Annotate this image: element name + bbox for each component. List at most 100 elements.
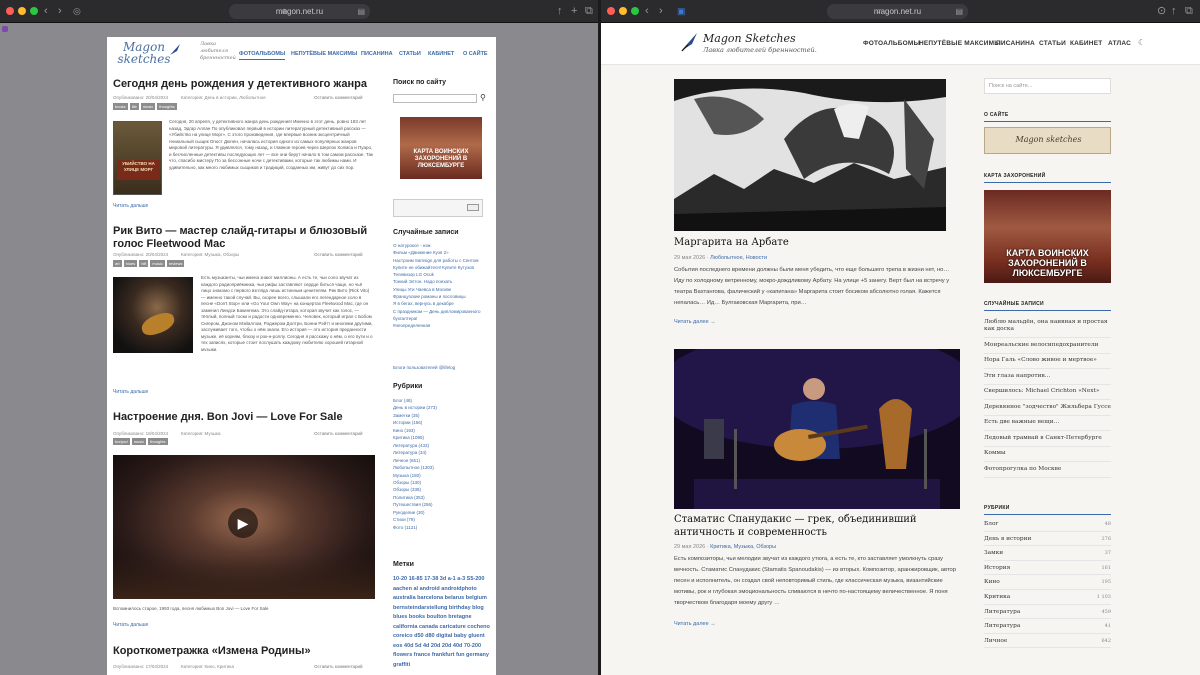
random-post-link[interactable]: Деревянное "зодчество" Жильбера Гуссе — [984, 400, 1111, 416]
search-input[interactable] — [393, 94, 477, 103]
leave-comment-link[interactable]: Оставить комментарий — [314, 431, 363, 436]
rubric-link[interactable]: Политика (353) — [393, 494, 493, 501]
post-image-spanoudakis[interactable] — [674, 349, 960, 509]
nav-articles[interactable]: СТАТЬИ — [1039, 40, 1066, 47]
tab-favicon-icon[interactable]: ▣ — [677, 4, 686, 18]
random-post-link[interactable]: Я в бегах, вернусь в декабре — [393, 300, 495, 307]
random-post-link[interactable]: Купите не обижайтеся! Купите Кутузов — [393, 264, 495, 271]
translate-widget[interactable] — [393, 199, 483, 217]
minimize-window-button[interactable] — [619, 7, 627, 15]
tag-link[interactable]: books — [113, 103, 128, 110]
rubric-link[interactable]: Литература (433) — [393, 442, 493, 449]
post-title[interactable]: Короткометражка «Измена Родины» — [113, 645, 373, 658]
post-categories[interactable]: Критика, Музыка, Обзоры — [710, 544, 776, 550]
nav-cabinet[interactable]: КАБИНЕТ — [428, 51, 454, 57]
tabs-overview-icon[interactable]: ⧉ — [585, 4, 593, 18]
play-icon[interactable]: ▶ — [228, 508, 258, 538]
post-category[interactable]: Категория: Кино, Критика — [181, 664, 234, 669]
site-logo[interactable]: Magon sketches — [117, 41, 171, 65]
leave-comment-link[interactable]: Оставить комментарий — [314, 252, 363, 257]
rubric-link[interactable]: Музыка (180) — [393, 472, 493, 479]
instagram-link[interactable]: Блоги пользователей @lifelog — [393, 364, 495, 371]
tabs-overview-icon[interactable]: ⧉ — [1185, 4, 1193, 18]
rubric-link[interactable]: Обзоры (338) — [393, 486, 493, 493]
rubric-item[interactable]: Кино 195 — [984, 575, 1111, 590]
translate-button[interactable] — [467, 204, 479, 211]
rubric-item[interactable]: Блог 48 — [984, 517, 1111, 532]
close-window-button[interactable] — [607, 7, 615, 15]
post-title[interactable]: Сегодня день рождения у детективного жан… — [113, 78, 373, 91]
tag-link[interactable]: music — [150, 260, 165, 267]
back-icon[interactable]: ‹ — [44, 4, 48, 18]
leave-comment-link[interactable]: Оставить комментарий — [314, 95, 363, 100]
read-more-link[interactable]: Читать дальше — [113, 203, 148, 209]
nav-maxims[interactable]: НЕПУТЁВЫЕ МАКСИМЫ — [291, 51, 357, 57]
rubric-link[interactable]: Блог (48) — [393, 397, 493, 404]
post-title[interactable]: Стаматис Спанудакис — грек, объединивший… — [674, 514, 949, 539]
tag-cloud[interactable]: 10-20 16-85 17-38 3d a-1 a-3 S5-200 aach… — [393, 575, 495, 675]
rubric-link[interactable]: Стихи (79) — [393, 516, 493, 523]
rubric-link[interactable]: Любопытное (1303) — [393, 464, 493, 471]
post-categories[interactable]: Любопытное, Новости — [710, 255, 767, 261]
random-post-link[interactable]: Коммы — [984, 447, 1111, 462]
random-post-link[interactable]: Французские романы и пословицы — [393, 293, 495, 300]
tag-link[interactable]: music — [140, 103, 156, 110]
reader-icon[interactable]: ▤ — [955, 4, 963, 19]
share-icon[interactable]: ↑ — [1171, 4, 1177, 18]
rubric-link[interactable]: День в истории (273) — [393, 404, 493, 411]
tag-link[interactable]: thoughts — [157, 103, 177, 110]
rubric-name[interactable]: Критика — [984, 590, 1010, 604]
tag-link[interactable]: thoughts — [148, 438, 168, 445]
random-post-link[interactable]: Эти глаза напротив… — [984, 369, 1111, 385]
zoom-window-button[interactable] — [631, 7, 639, 15]
rubric-item[interactable]: Литература 41 — [984, 619, 1111, 634]
rubric-name[interactable]: Литература — [984, 605, 1020, 619]
random-post-link[interactable]: Ледовый трамвай в Санкт-Петербурге — [984, 431, 1111, 447]
rubric-link[interactable]: Путешествия (256) — [393, 501, 493, 508]
nav-photoalbums[interactable]: ФОТОАЛЬБОМЫ — [239, 51, 286, 60]
post-image-margarita[interactable] — [674, 79, 946, 231]
site-logo[interactable]: Magon Sketches — [703, 32, 796, 45]
nav-writing[interactable]: ПИСАНИНА — [996, 40, 1035, 47]
random-post-link[interactable]: #неопределенная — [393, 322, 495, 329]
post-category[interactable]: Категория: Музыка, Обзоры — [181, 252, 239, 257]
post-category[interactable]: Категория: День в истории, Любопытное — [181, 95, 266, 100]
rubric-name[interactable]: День в истории — [984, 532, 1031, 546]
reader-icon[interactable]: ▤ — [357, 4, 365, 19]
nav-articles[interactable]: СТАТЬИ — [399, 51, 421, 57]
read-more-link[interactable]: Читать далее → — [674, 621, 716, 627]
leave-comment-link[interactable]: Оставить комментарий — [314, 664, 363, 669]
rubric-name[interactable]: Кино — [984, 575, 1000, 589]
tag-link[interactable]: bonjovi — [113, 438, 130, 445]
video-player[interactable]: ▶ — [113, 455, 375, 599]
close-window-button[interactable] — [6, 7, 14, 15]
forward-icon[interactable]: › — [659, 4, 663, 18]
nav-cabinet[interactable]: КАБИНЕТ — [1070, 40, 1102, 47]
quill-logo-icon[interactable] — [679, 31, 699, 53]
tag-link[interactable]: blues — [123, 260, 138, 267]
rubric-link[interactable]: Истории (156) — [393, 419, 493, 426]
tag-link[interactable]: hifi — [139, 260, 149, 267]
random-post-link[interactable]: Тонкий Элтон. Надо поехать — [393, 278, 495, 285]
search-icon[interactable]: ⚲ — [480, 93, 486, 102]
random-post-link[interactable]: Фотопрогулка по Москве — [984, 462, 1111, 478]
rubric-name[interactable]: Блог — [984, 517, 998, 531]
forward-icon[interactable]: › — [58, 4, 62, 18]
read-more-link[interactable]: Читать далее → — [674, 319, 716, 325]
rubric-name[interactable]: Литература — [984, 619, 1020, 633]
rubric-link[interactable]: Рукоделие (30) — [393, 509, 493, 516]
rubric-link[interactable]: Заметки (35) — [393, 412, 493, 419]
rubric-link[interactable]: Кино (193) — [393, 427, 493, 434]
search-input[interactable]: Поиск на сайте... — [984, 78, 1111, 94]
read-more-link[interactable]: Читать дальше — [113, 389, 148, 395]
about-banner[interactable]: Magon sketches — [984, 127, 1111, 154]
new-tab-icon[interactable]: + — [571, 4, 577, 18]
nav-maxims[interactable]: НЕПУТЁВЫЕ МАКСИМЫ — [919, 40, 1001, 47]
random-post-link[interactable]: Фильм «Движение Кузя 2» — [393, 249, 495, 256]
rubric-link[interactable]: Фото (1121) — [393, 524, 493, 531]
post-title[interactable]: Маргарита на Арбате — [674, 237, 949, 250]
random-post-link[interactable]: С праздником — День дипломированного бух… — [393, 308, 495, 323]
random-post-link[interactable]: Есть две важные вещи… — [984, 416, 1111, 431]
read-more-link[interactable]: Читать дальше — [113, 622, 148, 628]
random-post-link[interactable]: Монреальские велосипедохранители — [984, 338, 1111, 354]
